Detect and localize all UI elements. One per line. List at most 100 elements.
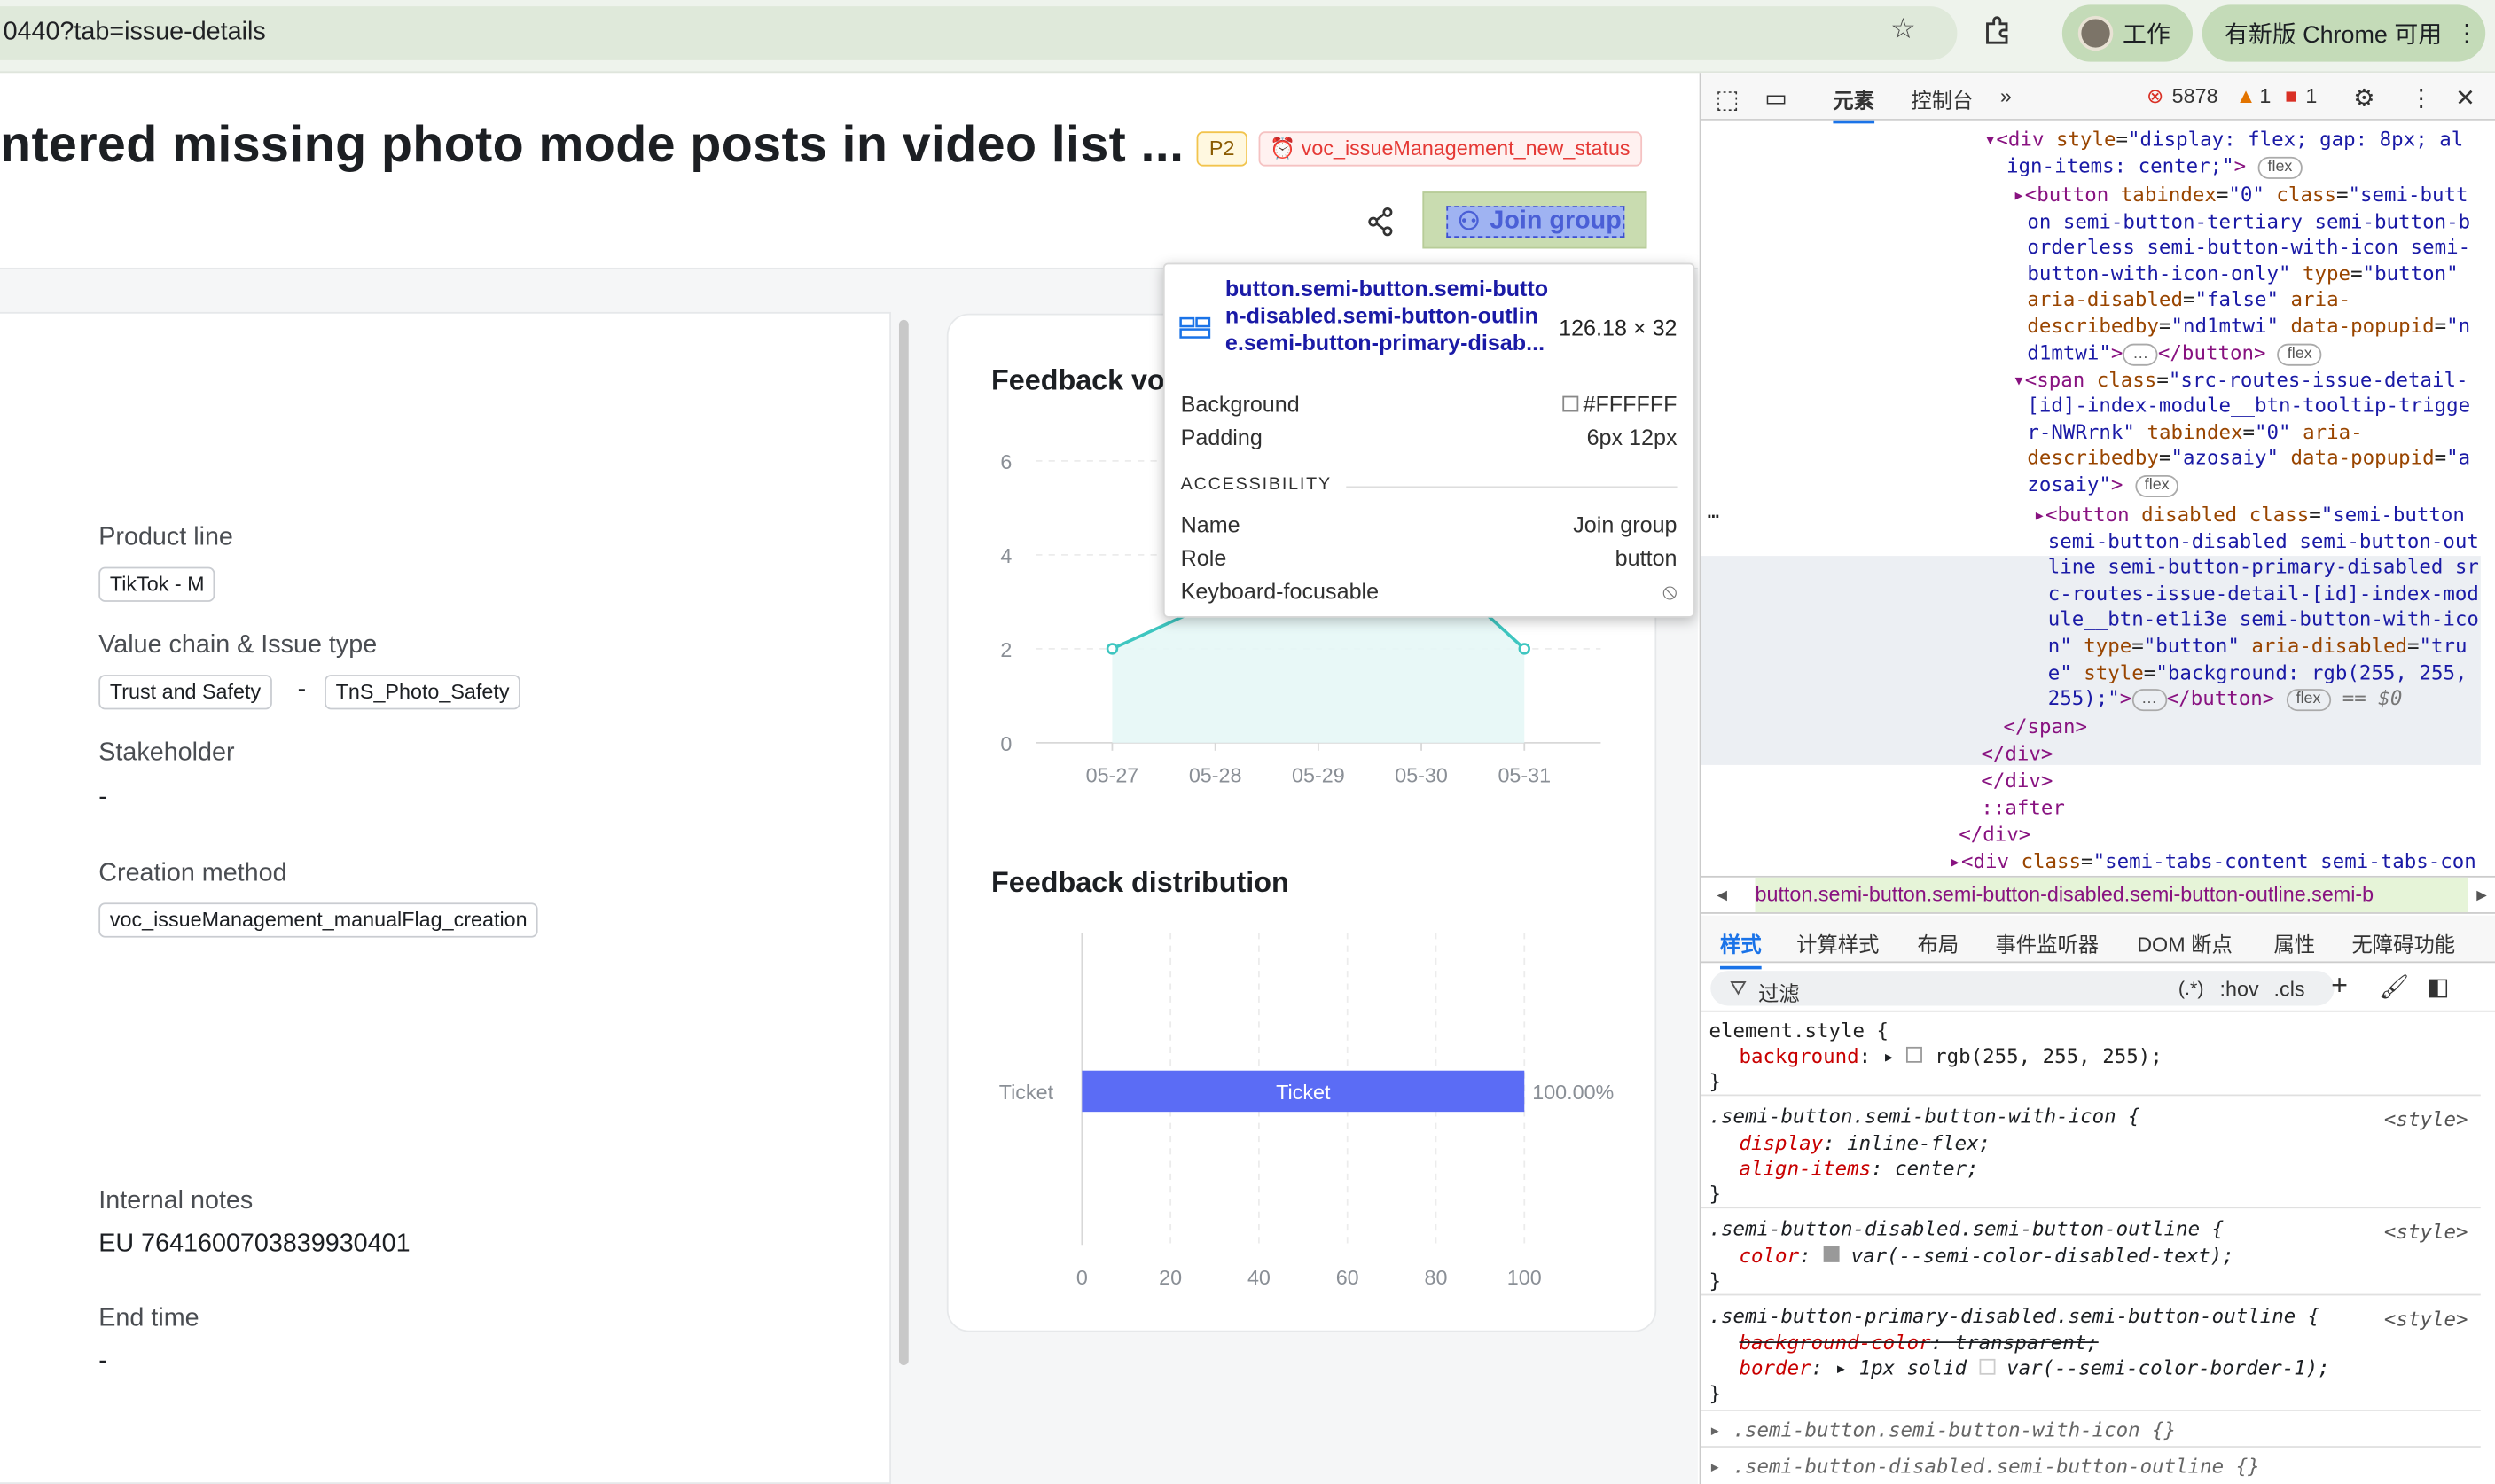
gear-icon[interactable]: ⚙ bbox=[2353, 84, 2374, 112]
tab-computed[interactable]: 计算样式 bbox=[1796, 928, 1879, 958]
join-group-button[interactable]: ⚇ Join group bbox=[1422, 191, 1647, 249]
style-source[interactable]: <style> bbox=[2384, 1107, 2468, 1133]
collapsed-style-rule[interactable]: ▸ .semi-button.semi-button-with-icon {} bbox=[1701, 1413, 2481, 1448]
status-tag-label: voc_issueManagement_new_status bbox=[1301, 136, 1631, 160]
dom-line-selected[interactable]: n" type="button" aria-disabled="tru bbox=[2048, 634, 2468, 660]
dom-line[interactable]: aria-disabled="false" aria- bbox=[2027, 286, 2350, 313]
elements-tree: ▾<div style="display: flex; gap: 8px; al… bbox=[1701, 122, 2495, 876]
tooltip-row-background: Background #FFFFFF bbox=[1181, 391, 1678, 417]
dom-line[interactable]: r-NWRrnk" tabindex="0" aria- bbox=[2027, 419, 2362, 446]
style-rule[interactable]: .semi-button-disabled.semi-button-outlin… bbox=[1701, 1210, 2481, 1296]
sidebar-toggle-icon[interactable]: ◧ bbox=[2427, 972, 2449, 1001]
collapsed-style-rule[interactable]: ▸ .semi-button-disabled.semi-button-outl… bbox=[1701, 1449, 2480, 1484]
dom-line[interactable]: </div> bbox=[1981, 741, 2053, 768]
warning-count[interactable]: 1 bbox=[2259, 84, 2271, 108]
dom-line[interactable]: describedby="azosaiy" data-popupid="a bbox=[2027, 445, 2470, 472]
scrollbar[interactable] bbox=[898, 319, 909, 1366]
dom-line-selected[interactable]: c-routes-issue-detail-[id]-index-mod bbox=[2048, 582, 2479, 608]
style-source[interactable]: <style> bbox=[2384, 1220, 2468, 1246]
add-rule-icon[interactable]: + bbox=[2331, 969, 2348, 1003]
avatar bbox=[2077, 15, 2114, 51]
style-source[interactable]: <style> bbox=[2384, 1307, 2468, 1332]
dom-line[interactable]: ▸<button tabindex="0" class="semi-butt bbox=[2013, 182, 2468, 208]
style-rule[interactable]: element.style { background: ▸ rgb(255, 2… bbox=[1701, 1012, 2481, 1097]
tooltip-row-keyboard: Keyboard-focusable ⦸ bbox=[1181, 578, 1678, 605]
profile-label: 工作 bbox=[2123, 21, 2170, 49]
tooltip-value-text: #FFFFFF bbox=[1583, 391, 1678, 417]
tab-properties[interactable]: 属性 bbox=[2274, 928, 2316, 958]
hov-toggle[interactable]: :hov bbox=[2220, 977, 2259, 1001]
dom-line[interactable]: </div> bbox=[1981, 768, 2053, 794]
dom-line[interactable]: ign-items: center;"> flex bbox=[2006, 153, 2303, 180]
dom-line[interactable]: </span> bbox=[2003, 715, 2087, 741]
feedback-distribution-chart: 0 20 40 60 80 100 Ticket Ticket 100.00% bbox=[999, 933, 1614, 1289]
dom-line-selected[interactable]: ule__btn-et1i3e semi-button-with-ico bbox=[2048, 606, 2479, 633]
end-time-value: - bbox=[98, 1347, 107, 1375]
x-tick-label: 60 bbox=[1336, 1266, 1359, 1289]
chevron-right-icon[interactable]: ▸ bbox=[2476, 878, 2487, 912]
inspect-tooltip: button.semi-button.semi-button-disabled.… bbox=[1162, 262, 1695, 618]
style-rule[interactable]: .semi-button.semi-button-with-icon { <st… bbox=[1701, 1097, 2481, 1209]
more-tabs-icon[interactable]: » bbox=[2000, 84, 2012, 108]
tab-styles[interactable]: 样式 bbox=[1720, 928, 1762, 970]
error-icon: ⊗ bbox=[2146, 83, 2164, 108]
dom-line[interactable]: ▾<div style="display: flex; gap: 8px; al bbox=[1984, 127, 2463, 153]
address-bar[interactable]: 0440?tab=issue-details bbox=[0, 6, 1958, 60]
dom-line[interactable]: ▸<div class="semi-tabs-content semi-tabs… bbox=[1949, 849, 2475, 876]
chevron-left-icon[interactable]: ◂ bbox=[1717, 878, 1727, 912]
dom-line[interactable]: on semi-button-tertiary semi-button-b bbox=[2027, 209, 2470, 236]
paint-icon[interactable]: 🖌 bbox=[2379, 972, 2409, 1001]
dom-line-selected[interactable]: ▸<button disabled class="semi-button bbox=[2034, 502, 2465, 528]
y-category-label: Ticket bbox=[999, 1081, 1054, 1104]
dom-line[interactable]: [id]-index-module__btn-tooltip-trigge bbox=[2027, 393, 2470, 419]
inspect-icon[interactable]: ⬚ bbox=[1716, 84, 1740, 116]
dom-line[interactable]: ▾<span class="src-routes-issue-detail- bbox=[2013, 367, 2468, 394]
tab-elements[interactable]: 元素 bbox=[1833, 84, 1875, 124]
dom-line[interactable]: </div> bbox=[1959, 822, 2030, 848]
bar-label: Ticket bbox=[1276, 1081, 1331, 1104]
dom-line[interactable]: button-with-icon-only" type="button" bbox=[2027, 262, 2458, 288]
more-vertical-icon[interactable]: ⋮ bbox=[2409, 84, 2433, 112]
tab-event-listeners[interactable]: 事件监听器 bbox=[1995, 928, 2099, 958]
issues-count[interactable]: 1 bbox=[2305, 84, 2317, 108]
tooltip-value: 6px 12px bbox=[1586, 424, 1678, 450]
dom-line[interactable]: zosaiy"> flex bbox=[2027, 472, 2179, 498]
dom-line[interactable]: describedby="nd1mtwi" data-popupid="n bbox=[2027, 314, 2470, 340]
dom-line-selected[interactable]: semi-button-disabled semi-button-out bbox=[2048, 529, 2479, 556]
creation-method-label: Creation method bbox=[98, 860, 287, 887]
cls-toggle[interactable]: .cls bbox=[2274, 977, 2305, 1001]
tooltip-row-name: Name Join group bbox=[1181, 512, 1678, 537]
dom-line-selected[interactable]: 255);">… </button> flex == $0 bbox=[2048, 686, 2402, 713]
filter-icon: ⛛ bbox=[1729, 975, 1748, 1000]
device-toolbar-icon[interactable]: ▭ bbox=[1764, 84, 1787, 112]
creation-method-tag: voc_issueManagement_manualFlag_creation bbox=[98, 902, 539, 938]
dom-line[interactable]: orderless semi-button-with-icon semi- bbox=[2027, 234, 2470, 261]
dom-ellipsis[interactable]: … bbox=[1708, 499, 1720, 526]
tab-console[interactable]: 控制台 bbox=[1911, 84, 1973, 114]
x-tick-label: 05-28 bbox=[1189, 764, 1242, 787]
y-tick-label: 4 bbox=[1000, 544, 1012, 567]
tab-dom-breakpoints[interactable]: DOM 断点 bbox=[2137, 928, 2233, 958]
filter-placeholder: 过滤 bbox=[1758, 981, 1800, 1006]
breadcrumb-node[interactable]: button.semi-button.semi-button-disabled.… bbox=[1755, 877, 2468, 913]
bookmark-star-icon[interactable]: ☆ bbox=[1890, 12, 1916, 46]
extensions-icon[interactable] bbox=[1980, 14, 2014, 49]
dom-line[interactable]: ::after bbox=[1981, 795, 2065, 822]
tab-layout[interactable]: 布局 bbox=[1918, 928, 1959, 958]
close-icon[interactable]: ✕ bbox=[2455, 84, 2475, 112]
tab-accessibility[interactable]: 无障碍功能 bbox=[2351, 928, 2455, 958]
chrome-update-button[interactable]: 有新版 Chrome 可用 ⋮ bbox=[2202, 4, 2486, 62]
dom-line-selected[interactable]: line semi-button-primary-disabled sr bbox=[2048, 554, 2479, 581]
profile-button[interactable]: 工作 bbox=[2061, 4, 2194, 62]
error-count[interactable]: 5878 bbox=[2172, 84, 2218, 108]
dom-line-selected[interactable]: e" style="background: rgb(255, 255, bbox=[2048, 660, 2468, 687]
stakeholder-label: Stakeholder bbox=[98, 739, 235, 767]
regex-toggle[interactable]: (.*) bbox=[2178, 977, 2204, 999]
style-rule[interactable]: .semi-button-primary-disabled.semi-butto… bbox=[1701, 1297, 2481, 1411]
share-icon[interactable] bbox=[1364, 204, 1398, 238]
data-point bbox=[1518, 643, 1530, 655]
dom-line[interactable]: d1mtwi">… </button> flex bbox=[2027, 340, 2322, 367]
value-chain-separator: - bbox=[297, 676, 307, 704]
end-time-label: End time bbox=[98, 1305, 199, 1332]
y-tick-label: 0 bbox=[1000, 732, 1012, 755]
